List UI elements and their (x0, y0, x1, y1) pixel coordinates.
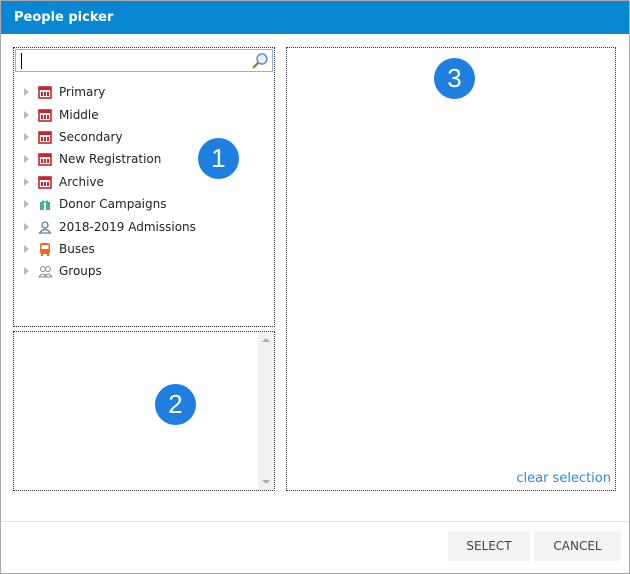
clear-selection-link[interactable]: clear selection (516, 471, 611, 486)
scroll-up-icon[interactable] (262, 338, 270, 342)
school-icon (38, 131, 52, 144)
school-icon (38, 175, 52, 189)
footer-divider (1, 521, 629, 522)
expand-icon[interactable] (24, 267, 29, 276)
tree-panel: Primary Middle Secondary New Registration Ar… (13, 47, 275, 327)
scrollbar[interactable] (258, 332, 274, 490)
group-tree: Primary Middle Secondary New Registration Ar… (14, 81, 274, 283)
tree-item-label: Groups (59, 264, 102, 279)
tree-item[interactable]: Archive (14, 171, 274, 193)
school-icon (38, 153, 52, 167)
bus-icon (40, 242, 50, 256)
tree-item[interactable]: Donor Campaigns (14, 193, 274, 215)
tree-item-label: Buses (59, 241, 95, 256)
scroll-down-icon[interactable] (262, 480, 270, 484)
expand-icon[interactable] (24, 88, 29, 97)
tree-item[interactable]: Buses (14, 238, 274, 260)
tree-item[interactable]: Secondary (14, 126, 274, 148)
expand-icon[interactable] (24, 110, 29, 119)
expand-icon[interactable] (24, 155, 29, 164)
expand-icon[interactable] (24, 222, 29, 231)
badge-2: 2 (155, 384, 196, 425)
school-icon (38, 108, 52, 122)
people-picker-dialog: People picker Primary Middle Secondary New … (0, 0, 630, 574)
tree-item-label: Primary (59, 85, 106, 100)
expand-icon[interactable] (24, 177, 29, 186)
school-icon (38, 86, 52, 99)
expand-icon[interactable] (24, 200, 29, 209)
cancel-button[interactable]: CANCEL (534, 531, 621, 561)
tree-item[interactable]: Middle (14, 103, 274, 125)
expand-icon[interactable] (24, 244, 29, 253)
tree-item-label: 2018-2019 Admissions (59, 219, 196, 234)
tree-item-label: Secondary (59, 129, 123, 144)
tree-item-label: Archive (59, 174, 104, 189)
text-caret (21, 53, 22, 69)
tree-item[interactable]: 2018-2019 Admissions (14, 215, 274, 237)
members-panel (13, 331, 275, 491)
dialog-title: People picker (1, 1, 629, 34)
tree-item[interactable]: Primary (14, 81, 274, 103)
search-input[interactable] (15, 49, 273, 72)
badge-1: 1 (198, 138, 239, 179)
tree-item-label: Middle (59, 107, 99, 122)
badge-3: 3 (434, 58, 475, 99)
search-icon[interactable] (251, 52, 269, 70)
person-icon (38, 220, 52, 234)
select-button[interactable]: SELECT (448, 531, 530, 561)
tree-item[interactable]: Groups (14, 260, 274, 282)
tree-item-label: New Registration (59, 152, 162, 167)
selection-panel: clear selection (286, 47, 616, 491)
tree-item-label: Donor Campaigns (59, 197, 167, 212)
group-icon (38, 266, 52, 278)
expand-icon[interactable] (24, 132, 29, 141)
gift-icon (40, 200, 50, 211)
